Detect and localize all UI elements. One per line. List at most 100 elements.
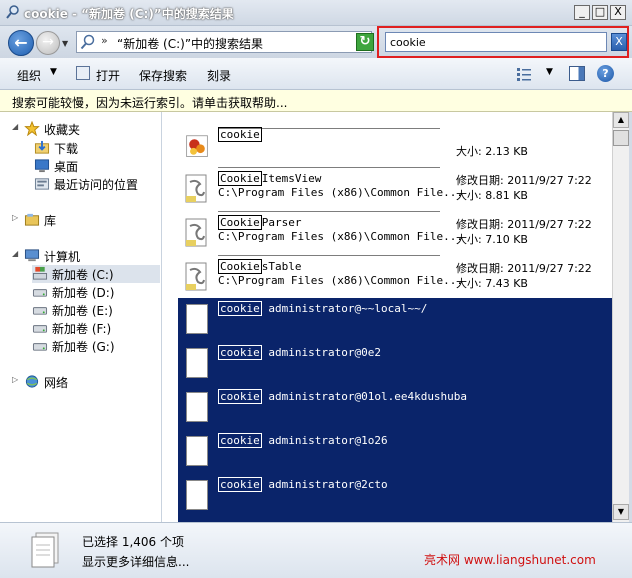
recent-places-icon: [34, 178, 50, 190]
maximize-button[interactable]: □: [592, 5, 608, 20]
match-highlight: cookie: [218, 433, 262, 448]
history-dropdown-icon[interactable]: ▼: [62, 39, 68, 48]
nav-label: 网络: [44, 376, 69, 390]
file-date: 修改日期: 2011/9/27 7:22: [456, 218, 592, 231]
file-path: C:\Program Files (x86)\Common File...: [218, 186, 464, 199]
nav-drive-g[interactable]: 新加卷 (G:): [32, 337, 160, 355]
selected-list-item[interactable]: cookie administrator@~~local~~/: [178, 298, 612, 342]
list-item[interactable]: cookie 大小: 2.13 KB: [178, 124, 612, 168]
list-item[interactable]: Cookie ItemsView C:\Program Files (x86)\C…: [178, 167, 612, 212]
file-path: C:\Program Files (x86)\Common File...: [218, 230, 464, 243]
results-pane: cookie 大小: 2.13 KB Cookie ItemsView C:\Pr…: [178, 112, 612, 522]
list-item[interactable]: Cookie Parser C:\Program Files (x86)\Comm…: [178, 211, 612, 256]
scroll-up-icon[interactable]: ▲: [613, 112, 629, 128]
file-name: Cookie ItemsView: [218, 171, 322, 186]
file-size: 大小: 8.81 KB: [456, 189, 528, 202]
nav-library[interactable]: ▷ 库: [12, 211, 154, 229]
expand-icon[interactable]: ◢: [12, 122, 18, 131]
nav-favorites[interactable]: ◢ 收藏夹: [12, 120, 154, 138]
match-highlight: cookie: [218, 389, 262, 404]
selected-list-item[interactable]: cookie administrator@01ol.ee4kdushuba: [178, 386, 612, 430]
drive-icon: [32, 307, 48, 315]
file-name: cookie administrator@1o26: [218, 433, 388, 448]
show-more-details-link[interactable]: 显示更多详细信息...: [82, 553, 189, 570]
nav-label: 库: [44, 214, 57, 228]
nav-label: 最近访问的位置: [54, 178, 139, 192]
back-button[interactable]: ←: [8, 30, 34, 56]
drive-icon: [32, 325, 48, 333]
match-highlight: cookie: [218, 301, 262, 316]
nav-label: 桌面: [54, 160, 79, 174]
nav-recent[interactable]: 最近访问的位置: [34, 175, 158, 193]
command-toolbar: 组织 ▼ 打开 保存搜索 刻录 ▼ ?: [0, 58, 632, 90]
search-clear-button[interactable]: X: [611, 33, 627, 51]
scroll-down-icon[interactable]: ▼: [613, 504, 629, 520]
minimize-button[interactable]: _: [574, 5, 590, 20]
watermark: 亮术网 www.liangshunet.com: [424, 553, 596, 567]
nav-label: 新加卷 (G:): [52, 340, 115, 354]
library-icon: [24, 213, 40, 226]
address-field[interactable]: » “新加卷 (C:)”中的搜索结果: [76, 31, 372, 53]
file-name: cookie: [218, 127, 262, 142]
script-file-icon: [185, 262, 207, 291]
nav-downloads[interactable]: 下载: [34, 139, 154, 157]
file-date: 修改日期: 2011/9/27 7:22: [456, 262, 592, 275]
nav-drive-c[interactable]: 新加卷 (C:): [32, 265, 160, 283]
expand-icon[interactable]: ▷: [12, 213, 18, 222]
open-button[interactable]: 打开: [96, 67, 120, 84]
match-highlight: Cookie: [218, 259, 262, 274]
selected-items: cookie administrator@~~local~~/ cookie a…: [178, 298, 612, 522]
help-icon[interactable]: ?: [597, 65, 614, 82]
nav-drive-d[interactable]: 新加卷 (D:): [32, 283, 160, 301]
selected-list-item[interactable]: cookie administrator@2cto: [178, 474, 612, 518]
forward-button[interactable]: →: [36, 31, 60, 55]
divider: [218, 211, 440, 212]
title-bar: cookie - “新加卷 (C:)”中的搜索结果 _ □ X: [0, 0, 632, 26]
match-highlight: Cookie: [218, 171, 262, 186]
nav-desktop[interactable]: 桌面: [34, 157, 154, 175]
match-highlight: cookie: [218, 127, 262, 142]
open-icon: [76, 66, 90, 80]
breadcrumb[interactable]: “新加卷 (C:)”中的搜索结果: [117, 35, 263, 52]
address-bar: ← → ▼ » “新加卷 (C:)”中的搜索结果 ↻ cookie X: [0, 26, 632, 58]
divider: [218, 167, 440, 168]
views-icon[interactable]: [517, 67, 531, 81]
breadcrumb-chevron-icon[interactable]: »: [101, 34, 108, 47]
script-file-icon: [185, 174, 207, 203]
refresh-button[interactable]: ↻: [356, 33, 374, 51]
file-icon: [186, 304, 208, 334]
selected-list-item[interactable]: cookie administrator@0e2: [178, 342, 612, 386]
file-name: Cookie sTable: [218, 259, 302, 274]
info-bar[interactable]: 搜索可能较慢，因为未运行索引。请单击获取帮助...: [0, 90, 632, 112]
search-input[interactable]: cookie: [385, 32, 607, 52]
system-drive-icon: [32, 266, 48, 280]
vertical-scrollbar[interactable]: ▲ ▼: [612, 112, 629, 522]
file-path: C:\Program Files (x86)\Common File...: [218, 274, 464, 287]
details-pane: 已选择 1,406 个项 显示更多详细信息... 亮术网 www.liangsh…: [0, 522, 632, 578]
selected-list-item[interactable]: cookie administrator@1o26: [178, 430, 612, 474]
file-icon: [186, 436, 208, 466]
save-search-button[interactable]: 保存搜索: [139, 67, 187, 84]
file-size: 大小: 7.43 KB: [456, 277, 528, 290]
organize-dropdown-icon[interactable]: ▼: [50, 67, 57, 77]
expand-icon[interactable]: ◢: [12, 249, 18, 258]
nav-network[interactable]: ▷ 网络: [12, 373, 154, 391]
burn-button[interactable]: 刻录: [207, 67, 231, 84]
nav-drive-f[interactable]: 新加卷 (F:): [32, 319, 160, 337]
close-button[interactable]: X: [610, 5, 626, 20]
expand-icon[interactable]: ▷: [12, 375, 18, 384]
nav-drive-e[interactable]: 新加卷 (E:): [32, 301, 160, 319]
file-size: 大小: 7.10 KB: [456, 233, 528, 246]
match-highlight: cookie: [218, 345, 262, 360]
list-item[interactable]: Cookie sTable C:\Program Files (x86)\Comm…: [178, 255, 612, 300]
documents-icon: [31, 532, 59, 568]
nav-computer[interactable]: ◢ 计算机: [12, 247, 154, 265]
file-name: cookie administrator@2cto: [218, 477, 388, 492]
scroll-thumb[interactable]: [613, 130, 629, 146]
file-name: Cookie Parser: [218, 215, 302, 230]
drive-icon: [32, 289, 48, 297]
preview-pane-icon[interactable]: [569, 66, 585, 81]
pane-splitter[interactable]: [162, 112, 178, 522]
organize-button[interactable]: 组织: [17, 67, 41, 84]
views-dropdown-icon[interactable]: ▼: [546, 67, 553, 77]
